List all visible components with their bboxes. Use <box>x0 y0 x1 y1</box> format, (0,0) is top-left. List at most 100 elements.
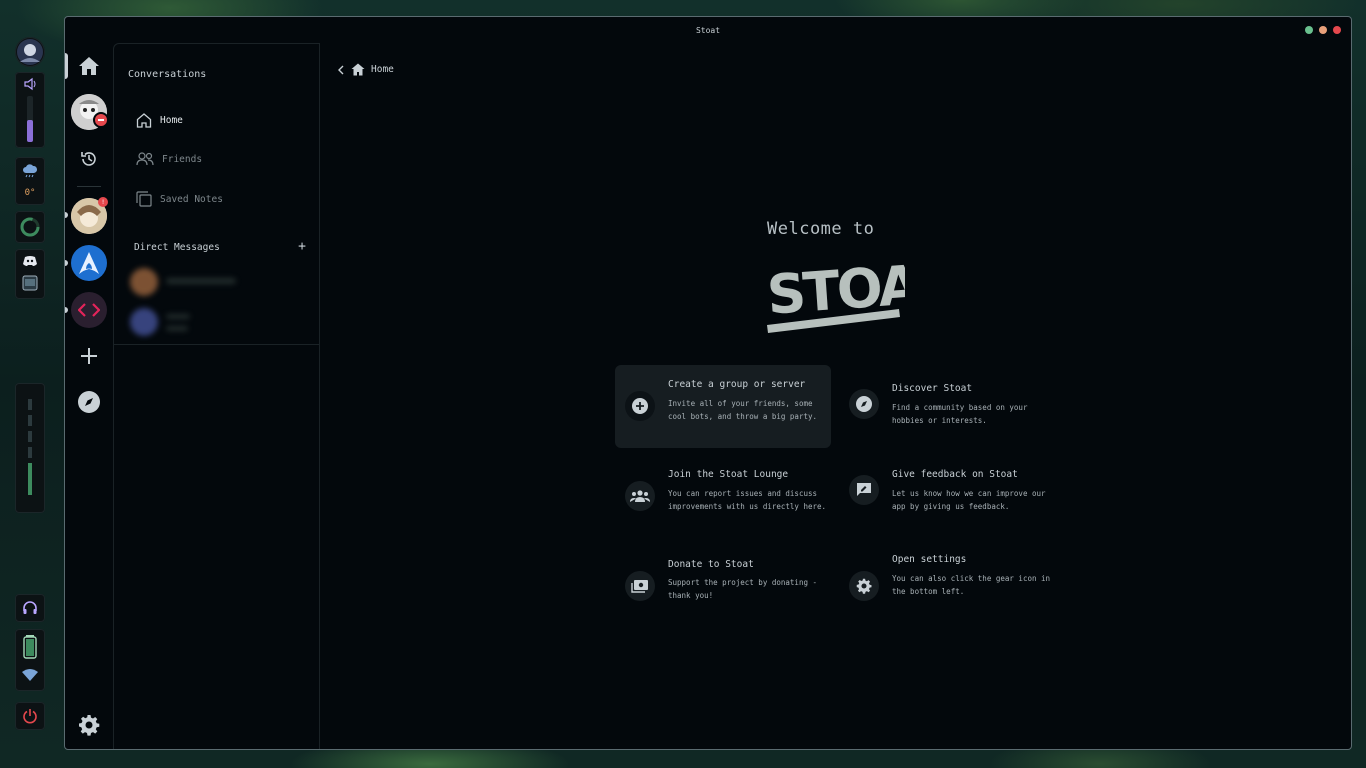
donate-icon <box>625 571 655 601</box>
server-arch[interactable] <box>71 245 107 281</box>
card-title: Donate to Stoat <box>668 559 754 570</box>
maximize-button[interactable] <box>1305 26 1313 34</box>
workspace-active[interactable] <box>28 463 32 495</box>
arch-logo-icon <box>79 252 99 274</box>
wifi-icon <box>22 669 38 681</box>
card-title: Give feedback on Stoat <box>892 469 1018 480</box>
headphones-icon <box>23 601 37 614</box>
server-anime[interactable]: ! <box>71 197 108 234</box>
code-brackets-icon <box>78 303 100 317</box>
tray-apps <box>15 249 45 299</box>
dm-name-placeholder <box>166 314 190 319</box>
dm-section-header: Direct Messages + <box>134 240 306 253</box>
window-title: Stoat <box>695 25 721 35</box>
compass-icon <box>78 391 100 413</box>
ring-gauge-icon <box>20 217 40 237</box>
group-icon <box>625 481 655 511</box>
speaker-icon <box>24 77 36 91</box>
screen-app-icon[interactable] <box>22 275 38 291</box>
card-desc: You can report issues and discuss improv… <box>668 489 827 511</box>
gear-icon <box>849 571 879 601</box>
card-create-group[interactable]: Create a group or server Invite all of y… <box>615 365 831 448</box>
sidebar-item-label: Friends <box>162 153 203 165</box>
volume-slider[interactable] <box>27 96 33 142</box>
breadcrumb-label: Home <box>371 64 394 75</box>
card-discover[interactable]: Discover Stoat Find a community based on… <box>839 365 1055 448</box>
notes-icon <box>136 191 152 207</box>
card-desc: You can also click the gear icon in the … <box>892 574 1051 596</box>
workspace-3[interactable] <box>28 431 32 442</box>
minimize-button[interactable] <box>1319 26 1327 34</box>
user-status-avatar[interactable] <box>71 94 109 130</box>
weather-temp: 0° <box>24 188 36 198</box>
user-avatar[interactable] <box>15 37 45 67</box>
history-button[interactable] <box>71 141 107 177</box>
workspace-indicator[interactable] <box>15 383 45 513</box>
sidebar-item-label: Home <box>160 115 183 126</box>
friends-icon <box>136 152 154 166</box>
card-title: Discover Stoat <box>892 383 973 394</box>
app-window: Stoat ! Conversations Home Friends Saved… <box>64 16 1352 750</box>
gear-icon <box>79 715 100 736</box>
unread-pill <box>65 307 68 313</box>
active-pill <box>65 53 68 79</box>
home-outline-icon <box>136 113 152 128</box>
card-title: Create a group or server <box>668 379 806 390</box>
conversations-sidebar: Conversations Home Friends Saved Notes D… <box>113 43 320 749</box>
dm-avatar[interactable] <box>130 308 158 336</box>
card-settings[interactable]: Open settings You can also click the gea… <box>839 553 1055 623</box>
settings-button[interactable] <box>71 707 107 743</box>
add-dm-button[interactable]: + <box>298 240 306 253</box>
feedback-icon <box>849 475 879 505</box>
welcome-heading: Welcome to <box>767 219 875 239</box>
sidebar-title: Conversations <box>128 69 207 80</box>
workspace-1[interactable] <box>28 399 32 410</box>
chevron-left-icon[interactable] <box>337 65 345 75</box>
home-icon <box>79 57 99 75</box>
workspace-4[interactable] <box>28 447 32 458</box>
card-desc: Support the project by donating - thank … <box>668 578 818 600</box>
power-button[interactable] <box>15 702 45 730</box>
sidebar-divider <box>114 344 319 345</box>
server-rail: ! <box>65 43 113 749</box>
battery-network-widget[interactable] <box>15 629 45 691</box>
discover-button[interactable] <box>71 384 107 420</box>
sidebar-item-friends[interactable]: Friends <box>136 152 202 166</box>
titlebar[interactable]: Stoat <box>65 17 1351 43</box>
battery-icon <box>23 635 37 659</box>
close-button[interactable] <box>1333 26 1341 34</box>
card-donate[interactable]: Donate to Stoat Support the project by d… <box>615 553 831 623</box>
card-lounge[interactable]: Join the Stoat Lounge You can report iss… <box>615 463 831 533</box>
dm-name-placeholder <box>166 278 236 284</box>
card-desc: Invite all of your friends, some cool bo… <box>668 399 818 421</box>
cpu-ring-widget <box>15 211 45 243</box>
sidebar-item-home[interactable]: Home <box>136 113 183 128</box>
card-feedback[interactable]: Give feedback on Stoat Let us know how w… <box>839 463 1055 533</box>
card-desc: Find a community based on your hobbies o… <box>892 403 1028 425</box>
dm-header-label: Direct Messages <box>134 242 220 253</box>
server-code[interactable] <box>71 292 107 328</box>
stoat-logo: STOAT <box>765 249 952 339</box>
compass-icon <box>849 389 879 419</box>
weather-widget: 0° <box>15 157 45 205</box>
discord-icon[interactable] <box>22 255 38 267</box>
sidebar-item-saved-notes[interactable]: Saved Notes <box>136 191 223 207</box>
system-dock: 0° <box>11 33 49 738</box>
stoat-logo-icon: STOAT <box>765 251 952 333</box>
card-title: Open settings <box>892 554 967 565</box>
dm-status-placeholder <box>166 326 188 331</box>
home-button[interactable] <box>71 48 107 84</box>
avatar-image-icon <box>17 39 43 65</box>
volume-widget[interactable] <box>15 72 45 148</box>
dm-avatar[interactable] <box>130 268 158 296</box>
main-content: Home Welcome to STOAT Create a group or … <box>319 43 1351 749</box>
breadcrumb: Home <box>337 63 394 76</box>
history-icon <box>81 152 96 166</box>
unread-pill <box>65 212 68 218</box>
workspace-2[interactable] <box>28 415 32 426</box>
card-desc: Let us know how we can improve our app b… <box>892 489 1046 511</box>
unread-pill <box>65 260 68 266</box>
headphones-widget[interactable] <box>15 594 45 622</box>
mention-badge: ! <box>98 197 108 207</box>
add-server-button[interactable] <box>71 338 107 374</box>
